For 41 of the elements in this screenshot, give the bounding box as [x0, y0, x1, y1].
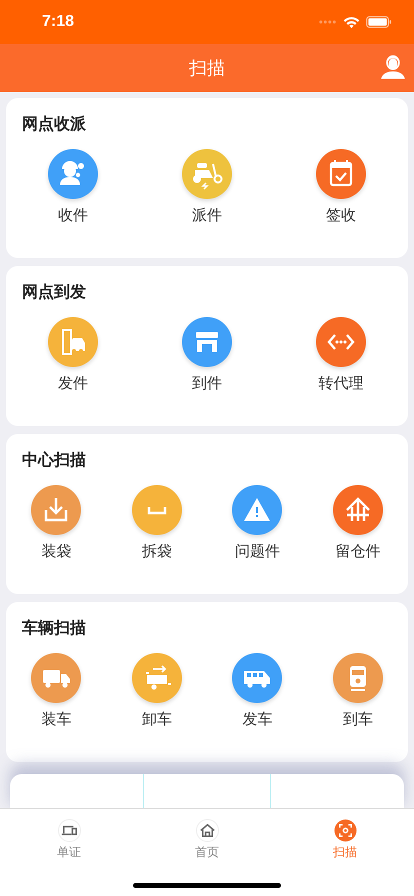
- wifi-icon: [343, 16, 360, 28]
- menu-label[interactable]: 卸车: [142, 710, 172, 729]
- worker-icon[interactable]: [48, 149, 98, 199]
- user-icon[interactable]: [380, 54, 406, 80]
- section-title: 网点到发: [22, 282, 86, 303]
- menu-label[interactable]: 派件: [192, 206, 222, 225]
- menu-label[interactable]: 装袋: [41, 542, 72, 561]
- menu-label[interactable]: 转代理: [318, 374, 364, 393]
- building-icon[interactable]: [48, 317, 98, 367]
- train-icon[interactable]: [332, 653, 383, 703]
- tab[interactable]: 首页: [138, 819, 276, 861]
- signal-icon: [319, 20, 337, 24]
- warning-icon[interactable]: [232, 485, 282, 535]
- calendar-icon[interactable]: [316, 149, 366, 199]
- tab[interactable]: 单证: [0, 819, 138, 861]
- battery-icon: [366, 16, 392, 28]
- devices-icon: [58, 819, 80, 842]
- menu-label[interactable]: 到车: [342, 710, 373, 729]
- download-icon[interactable]: [31, 485, 82, 535]
- code-icon[interactable]: [316, 317, 366, 367]
- menu-label[interactable]: 收件: [58, 206, 88, 225]
- warehouse-icon[interactable]: [332, 485, 383, 535]
- status-time: 7:18: [42, 13, 74, 31]
- home-icon: [196, 819, 218, 842]
- truck-icon[interactable]: [31, 653, 82, 703]
- van-icon[interactable]: [232, 653, 282, 703]
- menu-label[interactable]: 发件: [58, 374, 88, 393]
- menu-label[interactable]: 签收: [326, 206, 356, 225]
- section-title: 网点收派: [22, 114, 86, 135]
- menu-label[interactable]: 装车: [41, 710, 72, 729]
- trailer-icon[interactable]: [132, 653, 182, 703]
- section-title: 车辆扫描: [22, 618, 86, 639]
- section-title: 中心扫描: [22, 450, 86, 471]
- menu-label[interactable]: 拆袋: [142, 542, 172, 561]
- menu-label[interactable]: 问题件: [234, 542, 280, 561]
- page-title: 扫描: [189, 57, 225, 80]
- menu-label[interactable]: 留仓件: [335, 542, 380, 561]
- menu-label[interactable]: 到件: [192, 374, 222, 393]
- shop-icon[interactable]: [182, 317, 232, 367]
- scan-icon: [334, 819, 356, 842]
- menu-label[interactable]: 发车: [242, 710, 272, 729]
